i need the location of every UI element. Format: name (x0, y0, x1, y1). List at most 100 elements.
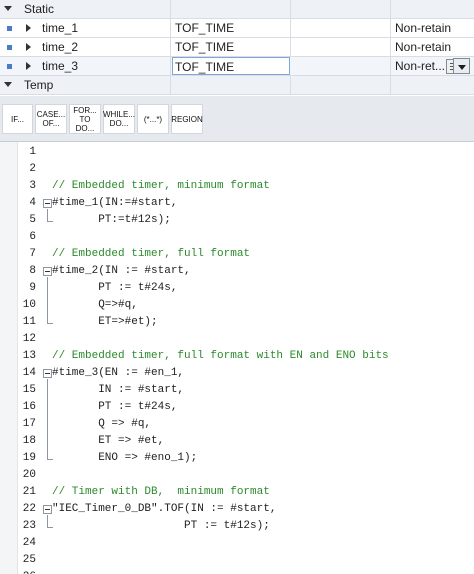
code-line[interactable]: 19 ENO => #eno_1); (18, 450, 474, 467)
instruction-toolbar: IF... CASE... OF... FOR... TO DO... WHIL… (0, 96, 474, 142)
code-text: IN := #start, (52, 384, 185, 396)
expand-arrow-icon[interactable] (26, 24, 31, 32)
code-comment: // Timer with DB, minimum format (52, 486, 270, 498)
fold-guide-end (47, 323, 53, 324)
code-comment: // Embedded timer, full format (52, 248, 251, 260)
line-number: 25 (22, 554, 36, 566)
expand-arrow-icon[interactable] (26, 62, 31, 70)
while-do-button[interactable]: WHILE... DO... (103, 104, 135, 134)
code-comment: // Embedded timer, full format with EN a… (52, 350, 389, 362)
code-comment: // Embedded timer, minimum format (52, 180, 270, 192)
variable-name[interactable]: time_3 (42, 57, 78, 75)
line-number: 3 (29, 180, 36, 192)
variable-name[interactable]: time_1 (42, 19, 78, 37)
code-line[interactable]: 17 Q => #q, (18, 416, 474, 433)
section-label-temp: Temp (24, 78, 54, 92)
code-line[interactable]: 13 // Embedded timer, full format with EN… (18, 348, 474, 365)
code-line[interactable]: 5 PT:=t#12s); (18, 212, 474, 229)
region-button[interactable]: REGION (171, 104, 203, 134)
code-text: ENO => #eno_1); (52, 452, 198, 464)
code-line[interactable]: 20 (18, 467, 474, 484)
section-label-static: Static (24, 2, 55, 16)
fold-guide (47, 277, 48, 323)
code-text: #time_1(IN:=#start, (52, 197, 178, 209)
line-number: 9 (29, 282, 36, 294)
code-line[interactable]: 10 Q=>#q, (18, 297, 474, 314)
line-number: 7 (29, 248, 36, 260)
code-line[interactable]: 7 // Embedded timer, full format (18, 246, 474, 263)
fold-toggle-icon[interactable] (43, 369, 52, 378)
collapse-caret-icon[interactable] (4, 6, 12, 11)
line-number: 20 (22, 469, 36, 481)
code-line[interactable]: 14 #time_3(EN := #en_1, (18, 365, 474, 382)
code-line[interactable]: 1 (18, 144, 474, 161)
code-line[interactable]: 4 #time_1(IN:=#start, (18, 195, 474, 212)
fold-guide-end (47, 459, 53, 460)
code-text: #time_2(IN := #start, (52, 265, 191, 277)
variable-row-selected[interactable]: time_3 TOF_TIME Non-ret... (0, 57, 474, 76)
case-of-button[interactable]: CASE... OF... (35, 104, 67, 134)
code-line[interactable]: 21 // Timer with DB, minimum format (18, 484, 474, 501)
code-line[interactable]: 12 (18, 331, 474, 348)
code-line[interactable]: 26 (18, 569, 474, 574)
line-number: 22 (22, 503, 36, 515)
line-number: 16 (22, 401, 36, 413)
variable-name[interactable]: time_2 (42, 38, 78, 56)
if-button[interactable]: IF... (2, 104, 33, 134)
line-number: 15 (22, 384, 36, 396)
line-number: 2 (29, 163, 36, 175)
line-number: 26 (18, 569, 36, 574)
fold-toggle-icon[interactable] (43, 199, 52, 208)
declaration-table: Static time_1 TOF_TIME Non-retain time_2… (0, 0, 474, 96)
code-line[interactable]: 3 // Embedded timer, minimum format (18, 178, 474, 195)
code-line[interactable]: 15 IN := #start, (18, 382, 474, 399)
code-line[interactable]: 8 #time_2(IN := #start, (18, 263, 474, 280)
datatype-input[interactable]: TOF_TIME (172, 57, 461, 76)
line-number: 19 (22, 452, 36, 464)
line-number: 5 (29, 214, 36, 226)
line-number: 21 (22, 486, 36, 498)
fold-guide (47, 379, 48, 459)
code-line[interactable]: 9 PT := t#24s, (18, 280, 474, 297)
code-line[interactable]: 11 ET=>#et); (18, 314, 474, 331)
fold-guide (47, 515, 48, 527)
datatype-input-value[interactable]: TOF_TIME (175, 58, 234, 76)
code-line[interactable]: 2 (18, 161, 474, 178)
line-number: 14 (22, 367, 36, 379)
code-line[interactable]: 6 (18, 229, 474, 246)
fold-guide-end (47, 527, 53, 528)
variable-row[interactable]: time_1 TOF_TIME Non-retain (0, 19, 474, 38)
fold-toggle-icon[interactable] (43, 267, 52, 276)
code-line[interactable]: 24 (18, 535, 474, 552)
line-number: 4 (29, 197, 36, 209)
code-line[interactable]: 18 ET => #et, (18, 433, 474, 450)
variable-retain[interactable]: Non-ret... (395, 57, 451, 75)
retain-dropdown-icon[interactable] (453, 58, 470, 74)
code-line[interactable]: 16 PT := t#24s, (18, 399, 474, 416)
line-number: 1 (29, 146, 36, 158)
variable-type[interactable]: TOF_TIME (175, 19, 234, 37)
variable-type[interactable]: TOF_TIME (175, 38, 234, 56)
collapse-caret-icon[interactable] (4, 82, 12, 87)
line-number: 18 (22, 435, 36, 447)
code-line[interactable]: 22 "IEC_Timer_0_DB".TOF(IN := #start, (18, 501, 474, 518)
editor-margin (0, 142, 18, 574)
code-line[interactable]: 23 PT := t#12s); (18, 518, 474, 535)
code-text: PT:=t#12s); (52, 214, 171, 226)
for-to-do-button[interactable]: FOR... TO DO... (69, 104, 101, 134)
section-row-static[interactable]: Static (0, 0, 474, 19)
section-row-temp[interactable]: Temp (0, 76, 474, 95)
variable-row[interactable]: time_2 TOF_TIME Non-retain (0, 38, 474, 57)
comment-button[interactable]: (*...*) (137, 104, 169, 134)
code-text: PT := t#12s); (52, 520, 270, 532)
line-number: 13 (22, 350, 36, 362)
expand-arrow-icon[interactable] (26, 43, 31, 51)
fold-guide (47, 209, 48, 221)
variable-retain[interactable]: Non-retain (395, 38, 451, 56)
code-editor[interactable]: 1 2 3// Embedded timer, minimum format 4 #ti… (0, 142, 474, 574)
fold-toggle-icon[interactable] (43, 505, 52, 514)
code-text: Q=>#q, (52, 299, 138, 311)
variable-icon (7, 64, 12, 69)
code-line[interactable]: 25 (18, 552, 474, 569)
variable-retain[interactable]: Non-retain (395, 19, 451, 37)
